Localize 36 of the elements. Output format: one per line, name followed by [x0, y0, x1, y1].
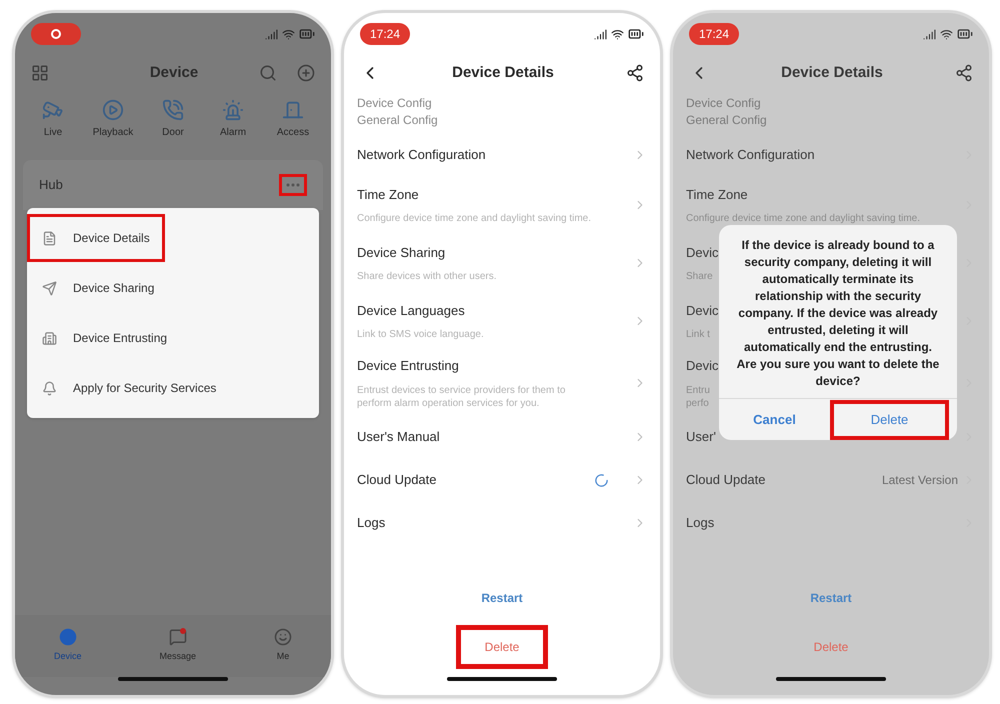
- row-title: Time Zone: [357, 186, 419, 204]
- group-name: Hub: [39, 176, 63, 194]
- row-description: Link t: [686, 328, 710, 342]
- row-title: Devic: [686, 302, 719, 320]
- row-description: Entru perfo: [686, 384, 710, 410]
- screen-title: Device Details: [781, 62, 883, 83]
- screen-title: Device Details: [452, 62, 554, 83]
- row-title: Network Configuration: [686, 146, 815, 164]
- status-time: 17:24: [360, 23, 410, 45]
- section-label: General Config: [686, 112, 768, 129]
- row-title: Logs: [686, 514, 714, 532]
- row-title: Devic: [686, 357, 719, 375]
- section-label: Device Config: [357, 95, 433, 112]
- row-title: User's Manual: [357, 428, 440, 446]
- row-description: Link to SMS voice language.: [357, 328, 484, 342]
- row-description: Share: [686, 270, 713, 284]
- row-title: Device Languages: [357, 302, 465, 320]
- row-value: Latest Version: [882, 472, 958, 489]
- dialog-message: If the device is already bound to a security company, deleting it will automatically terminate its relationship with the security company. If the device was already entrusted, deleting it will automatically end the entrusting. Are you sure you want to delete the device?: [736, 237, 940, 390]
- row-description: Share devices with other users.: [357, 270, 497, 284]
- row-title: Device Sharing: [357, 244, 446, 262]
- row-title: Cloud Update: [686, 471, 766, 490]
- row-title: Logs: [357, 514, 386, 532]
- row-description: Configure device time zone and daylight saving time.: [686, 212, 920, 226]
- status-time: 17:24: [689, 23, 740, 45]
- row-title: Devic: [686, 244, 719, 262]
- row-description: Entrust devices to service providers for them to perform alarm operation services for you.: [357, 384, 566, 410]
- section-label: General Config: [357, 112, 439, 129]
- row-title: Cloud Update: [357, 471, 436, 490]
- screen-title: Device: [150, 62, 198, 83]
- row-title: User': [686, 428, 716, 446]
- row-title: Time Zone: [686, 186, 748, 204]
- row-title: Network Configuration: [357, 146, 486, 164]
- section-label: Device Config: [686, 95, 762, 112]
- row-description: Configure device time zone and daylight saving time.: [357, 212, 592, 226]
- row-title: Device Entrusting: [357, 357, 459, 375]
